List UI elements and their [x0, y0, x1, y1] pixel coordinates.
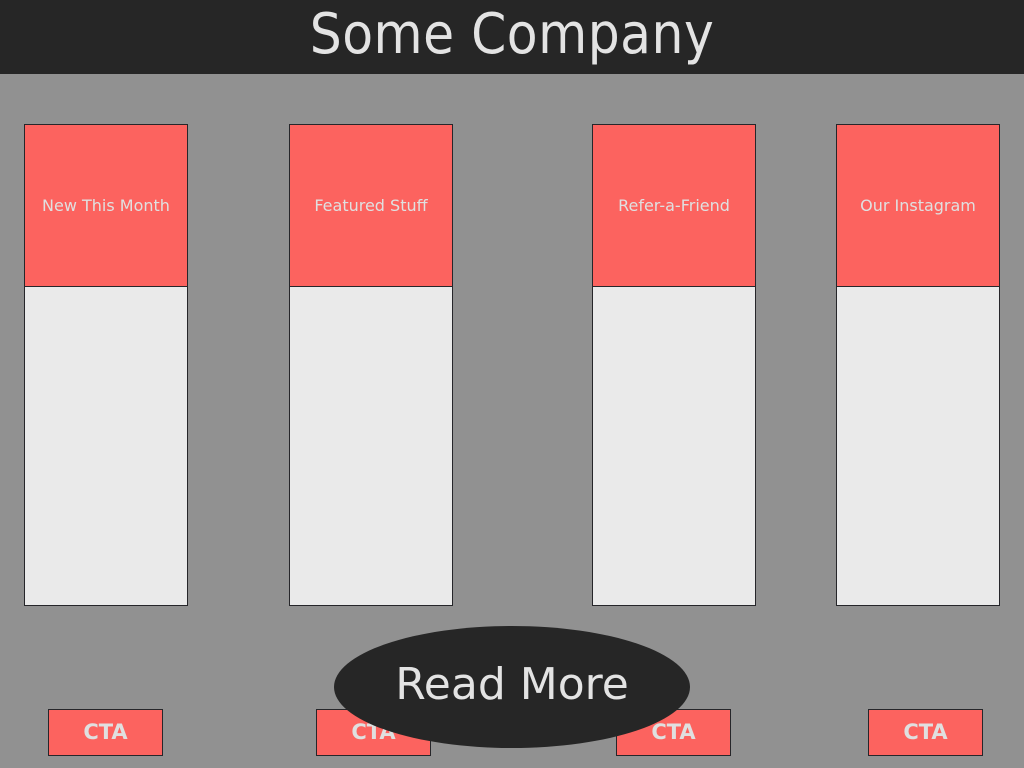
card-title-featured-stuff: Featured Stuff — [314, 195, 428, 215]
card-refer-a-friend[interactable]: Refer-a-Friend CTA — [592, 124, 756, 756]
card-header-our-instagram: Our Instagram — [837, 125, 999, 287]
card-header-new-this-month: New This Month — [25, 125, 187, 287]
card-header-featured-stuff: Featured Stuff — [290, 125, 452, 287]
card-new-this-month[interactable]: New This Month CTA — [24, 124, 188, 756]
card-featured-stuff[interactable]: Featured Stuff CTA — [289, 124, 453, 756]
card-body-featured-stuff: CTA — [290, 287, 452, 756]
card-title-our-instagram: Our Instagram — [860, 195, 976, 215]
read-more-label: Read More — [395, 659, 629, 710]
card-body-new-this-month: CTA — [25, 287, 187, 756]
cta-label-new-this-month: CTA — [83, 720, 128, 744]
read-more-button[interactable]: Read More — [334, 626, 690, 748]
card-title-refer-a-friend: Refer-a-Friend — [618, 195, 730, 215]
card-our-instagram[interactable]: Our Instagram CTA — [836, 124, 1000, 756]
cta-label-refer-a-friend: CTA — [651, 720, 696, 744]
card-body-refer-a-friend: CTA — [593, 287, 755, 756]
cta-button-new-this-month[interactable]: CTA — [48, 709, 163, 756]
cta-button-our-instagram[interactable]: CTA — [868, 709, 983, 756]
card-body-our-instagram: CTA — [837, 287, 999, 756]
card-header-refer-a-friend: Refer-a-Friend — [593, 125, 755, 287]
card-title-new-this-month: New This Month — [42, 195, 170, 215]
cta-label-our-instagram: CTA — [903, 720, 948, 744]
